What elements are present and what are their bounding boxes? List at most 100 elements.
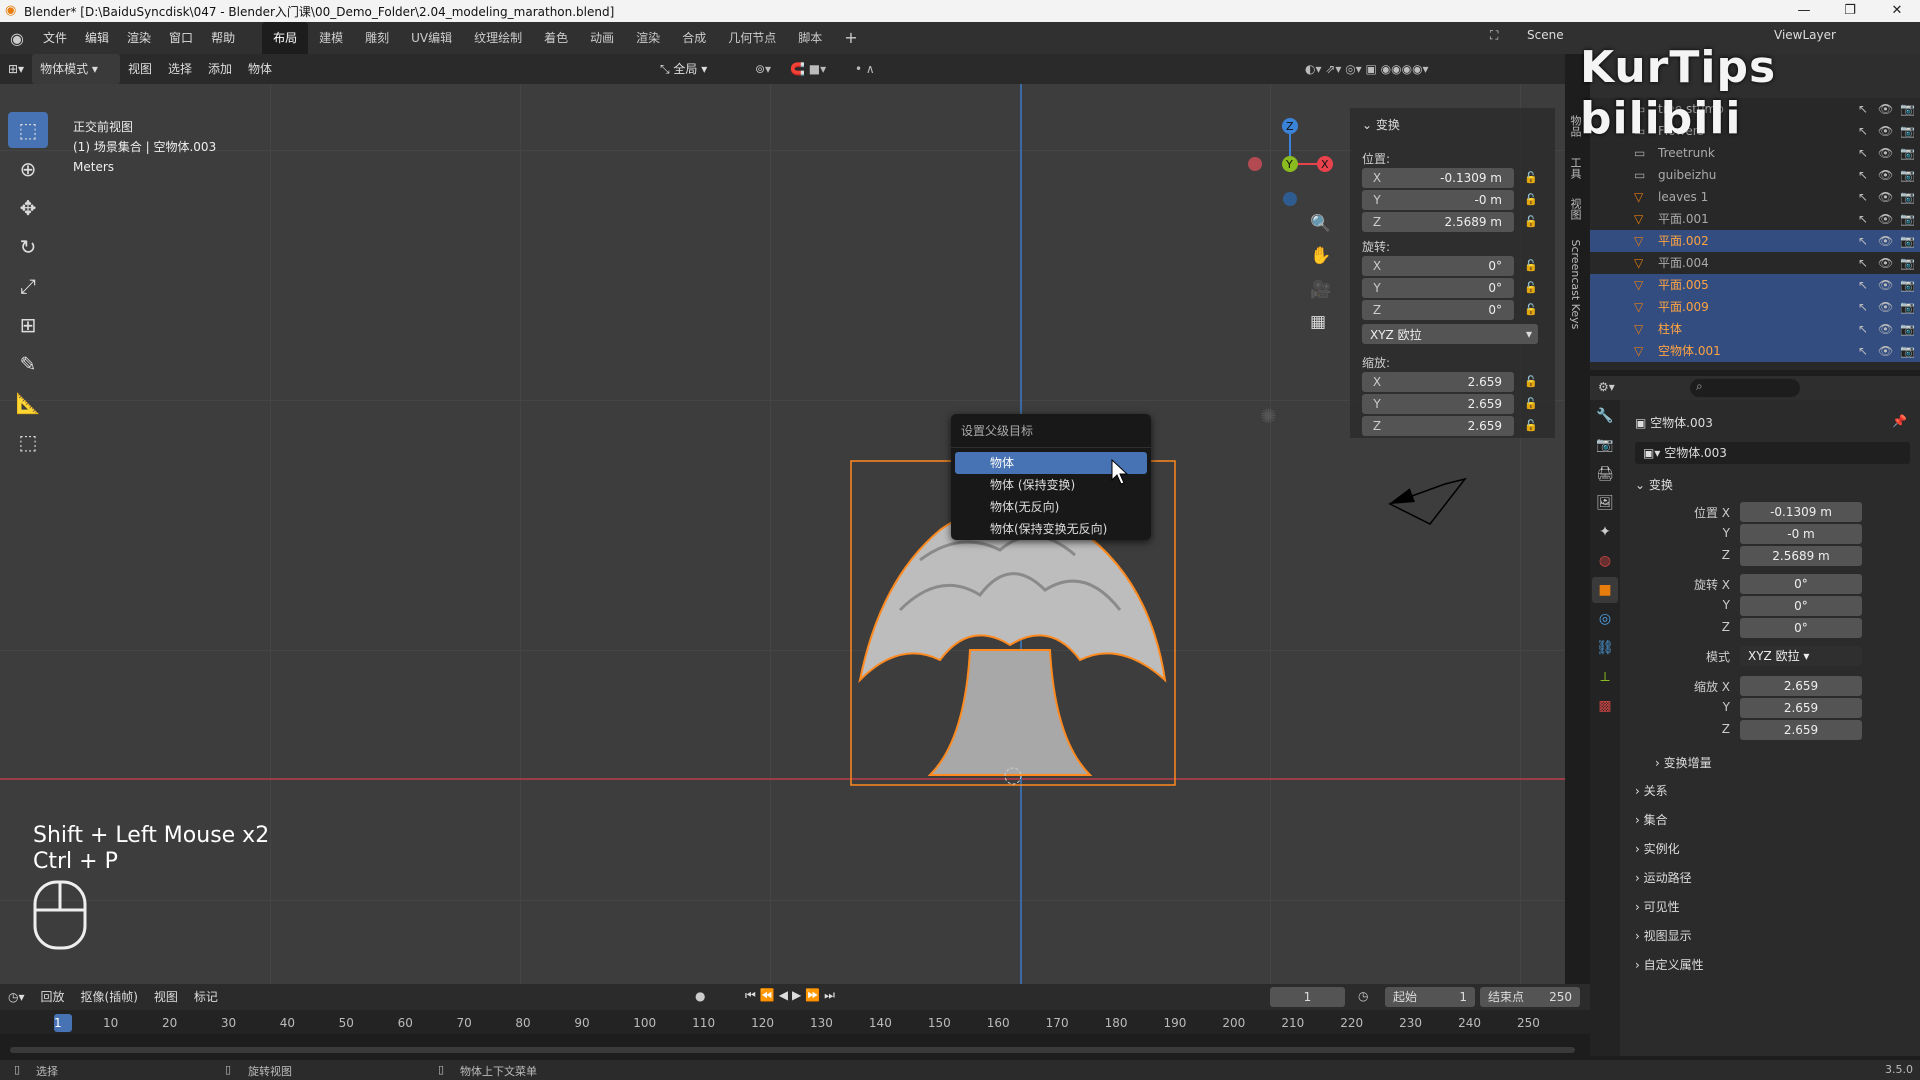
constraints-tab-icon[interactable]: ⛓: [1592, 635, 1618, 661]
rotate-tool-icon[interactable]: ↻: [8, 229, 48, 265]
lock-icon[interactable]: 🔓: [1524, 419, 1538, 433]
outliner-row[interactable]: ▽ 平面.004 ↖ 👁 📷: [1590, 252, 1920, 274]
end-frame-field[interactable]: 结束点 250: [1480, 987, 1580, 1007]
viewport-menu-view[interactable]: 视图: [120, 54, 160, 84]
zoom-icon[interactable]: 🔍: [1310, 214, 1331, 234]
delta-transform-section[interactable]: › 变换增量: [1655, 754, 1712, 771]
lock-icon[interactable]: 🔓: [1524, 215, 1538, 229]
select-toggle-icon[interactable]: ↖: [1858, 296, 1868, 318]
rotation-mode-dropdown[interactable]: XYZ 欧拉 ▾: [1362, 324, 1538, 344]
pin-icon[interactable]: 📌: [1892, 414, 1907, 428]
parent-without-inverse-item[interactable]: 物体(无反向): [955, 496, 1147, 518]
visibility-eye-icon[interactable]: 👁: [1878, 142, 1893, 164]
transform-section-header[interactable]: ⌄ 变换: [1362, 116, 1400, 133]
rotation-y-field[interactable]: Y 0°: [1362, 278, 1514, 298]
texture-tab-icon[interactable]: ▩: [1592, 693, 1618, 719]
viewport-menu-select[interactable]: 选择: [160, 54, 200, 84]
viewport-visibility-icons[interactable]: ◐▾ ⇗▾ ◎▾ ▣ ◉◉◉◉▾: [1305, 54, 1429, 84]
properties-search[interactable]: ⌕: [1690, 379, 1800, 397]
tab-texture-paint[interactable]: 纹理绘制: [463, 22, 533, 54]
current-frame-field[interactable]: 1: [1270, 987, 1345, 1007]
visibility-eye-icon[interactable]: 👁: [1878, 164, 1893, 186]
tab-view[interactable]: 视图: [1569, 198, 1582, 220]
minimize-icon[interactable]: —: [1781, 0, 1827, 22]
annotate-tool-icon[interactable]: ✎: [8, 346, 48, 382]
outliner-row[interactable]: ▽ 空物体.001 ↖ 👁 📷: [1590, 340, 1920, 362]
render-camera-icon[interactable]: 📷: [1900, 142, 1915, 164]
render-camera-icon[interactable]: 📷: [1900, 252, 1915, 274]
viewport-menu-add[interactable]: 添加: [200, 54, 240, 84]
lock-icon[interactable]: 🔓: [1524, 171, 1538, 185]
visibility-eye-icon[interactable]: 👁: [1878, 252, 1893, 274]
measure-tool-icon[interactable]: 📐: [8, 385, 48, 421]
editor-type-icon[interactable]: ⚙▾: [1598, 380, 1615, 394]
prop-location-z[interactable]: 2.5689 m: [1740, 546, 1862, 566]
location-z-field[interactable]: Z 2.5689 m: [1362, 212, 1514, 232]
prop-scale-z[interactable]: 2.659: [1740, 720, 1862, 740]
menu-render[interactable]: 渲染: [118, 22, 160, 54]
render-camera-icon[interactable]: 📷: [1900, 164, 1915, 186]
tab-geometry-nodes[interactable]: 几何节点: [717, 22, 787, 54]
visibility-eye-icon[interactable]: 👁: [1878, 318, 1893, 340]
tab-rendering[interactable]: 渲染: [625, 22, 671, 54]
viewlayer-name[interactable]: ViewLayer: [1774, 28, 1836, 42]
neg-z-axis-icon[interactable]: [1283, 192, 1297, 206]
add-cube-tool-icon[interactable]: ⬚: [8, 424, 48, 460]
outliner-row[interactable]: ▽ 柱体 ↖ 👁 📷: [1590, 318, 1920, 340]
lock-icon[interactable]: 🔓: [1524, 303, 1538, 317]
neg-x-axis-icon[interactable]: [1248, 157, 1262, 171]
data-tab-icon[interactable]: ⟂: [1592, 664, 1618, 690]
blender-menu-icon[interactable]: ◉: [0, 29, 34, 48]
visibility-eye-icon[interactable]: 👁: [1878, 296, 1893, 318]
prop-rotation-z[interactable]: 0°: [1740, 618, 1862, 638]
select-toggle-icon[interactable]: ↖: [1858, 208, 1868, 230]
parent-keep-transform-without-inverse-item[interactable]: 物体(保持变换无反向): [955, 518, 1147, 540]
custom-properties-section[interactable]: › 自定义属性: [1635, 956, 1704, 973]
transform-orientation-dropdown[interactable]: ⤡ 全局 ▾: [660, 54, 707, 84]
outliner-row[interactable]: ▽ 平面.001 ↖ 👁 📷: [1590, 208, 1920, 230]
scale-z-field[interactable]: Z 2.659: [1362, 416, 1514, 436]
proportional-edit-icon[interactable]: • ∧: [855, 54, 875, 84]
camera-icon[interactable]: 🎥: [1310, 280, 1331, 300]
viewport-display-section[interactable]: › 视图显示: [1635, 927, 1692, 944]
tab-uv-editing[interactable]: UV编辑: [400, 22, 463, 54]
move-tool-icon[interactable]: ✥: [8, 190, 48, 226]
navigation-gizmo[interactable]: Z X Y: [1240, 114, 1340, 214]
timeline-menu-keying[interactable]: 抠像(插帧): [73, 982, 146, 1012]
scale-x-field[interactable]: X 2.659: [1362, 372, 1514, 392]
empty-object[interactable]: [1385, 474, 1475, 534]
output-tab-icon[interactable]: 🖨: [1592, 461, 1618, 487]
location-x-field[interactable]: X -0.1309 m: [1362, 168, 1514, 188]
rotation-x-field[interactable]: X 0°: [1362, 256, 1514, 276]
timeline-menu-view[interactable]: 视图: [146, 982, 186, 1012]
collections-section[interactable]: › 集合: [1635, 811, 1668, 828]
close-icon[interactable]: ✕: [1874, 0, 1920, 22]
record-icon[interactable]: ●: [695, 989, 705, 1003]
outliner-row[interactable]: ▽ 平面.002 ↖ 👁 📷: [1590, 230, 1920, 252]
select-toggle-icon[interactable]: ↖: [1858, 318, 1868, 340]
tab-screencast-keys[interactable]: Screencast Keys: [1569, 240, 1582, 330]
lock-icon[interactable]: 🔓: [1524, 193, 1538, 207]
select-toggle-icon[interactable]: ↖: [1858, 252, 1868, 274]
outliner-row[interactable]: ▭ guibeizhu ↖ 👁 📷: [1590, 164, 1920, 186]
motion-paths-section[interactable]: › 运动路径: [1635, 869, 1692, 886]
rotation-z-field[interactable]: Z 0°: [1362, 300, 1514, 320]
snap-icon[interactable]: 🧲 ■▾: [790, 54, 826, 84]
rotation-mode-select[interactable]: XYZ 欧拉 ▾: [1740, 646, 1862, 666]
relations-section[interactable]: › 关系: [1635, 782, 1668, 799]
lock-icon[interactable]: 🔓: [1524, 259, 1538, 273]
prop-location-x[interactable]: -0.1309 m: [1740, 502, 1862, 522]
cursor-tool-icon[interactable]: ⊕: [8, 151, 48, 187]
object-tab-icon[interactable]: ■: [1592, 577, 1618, 603]
timeline-menu-playback[interactable]: 回放: [33, 982, 73, 1012]
pivot-icon[interactable]: ⊚▾: [755, 54, 771, 84]
visibility-eye-icon[interactable]: 👁: [1878, 274, 1893, 296]
add-workspace-icon[interactable]: +: [833, 22, 868, 54]
tab-shading[interactable]: 着色: [533, 22, 579, 54]
object-name-field[interactable]: ▣▾ 空物体.003: [1635, 442, 1910, 464]
lock-icon[interactable]: 🔓: [1524, 375, 1538, 389]
prop-location-y[interactable]: -0 m: [1740, 524, 1862, 544]
outliner-row[interactable]: ▽ 平面.005 ↖ 👁 📷: [1590, 274, 1920, 296]
prop-scale-x[interactable]: 2.659: [1740, 676, 1862, 696]
transform-section[interactable]: ⌄ 变换: [1635, 476, 1673, 493]
